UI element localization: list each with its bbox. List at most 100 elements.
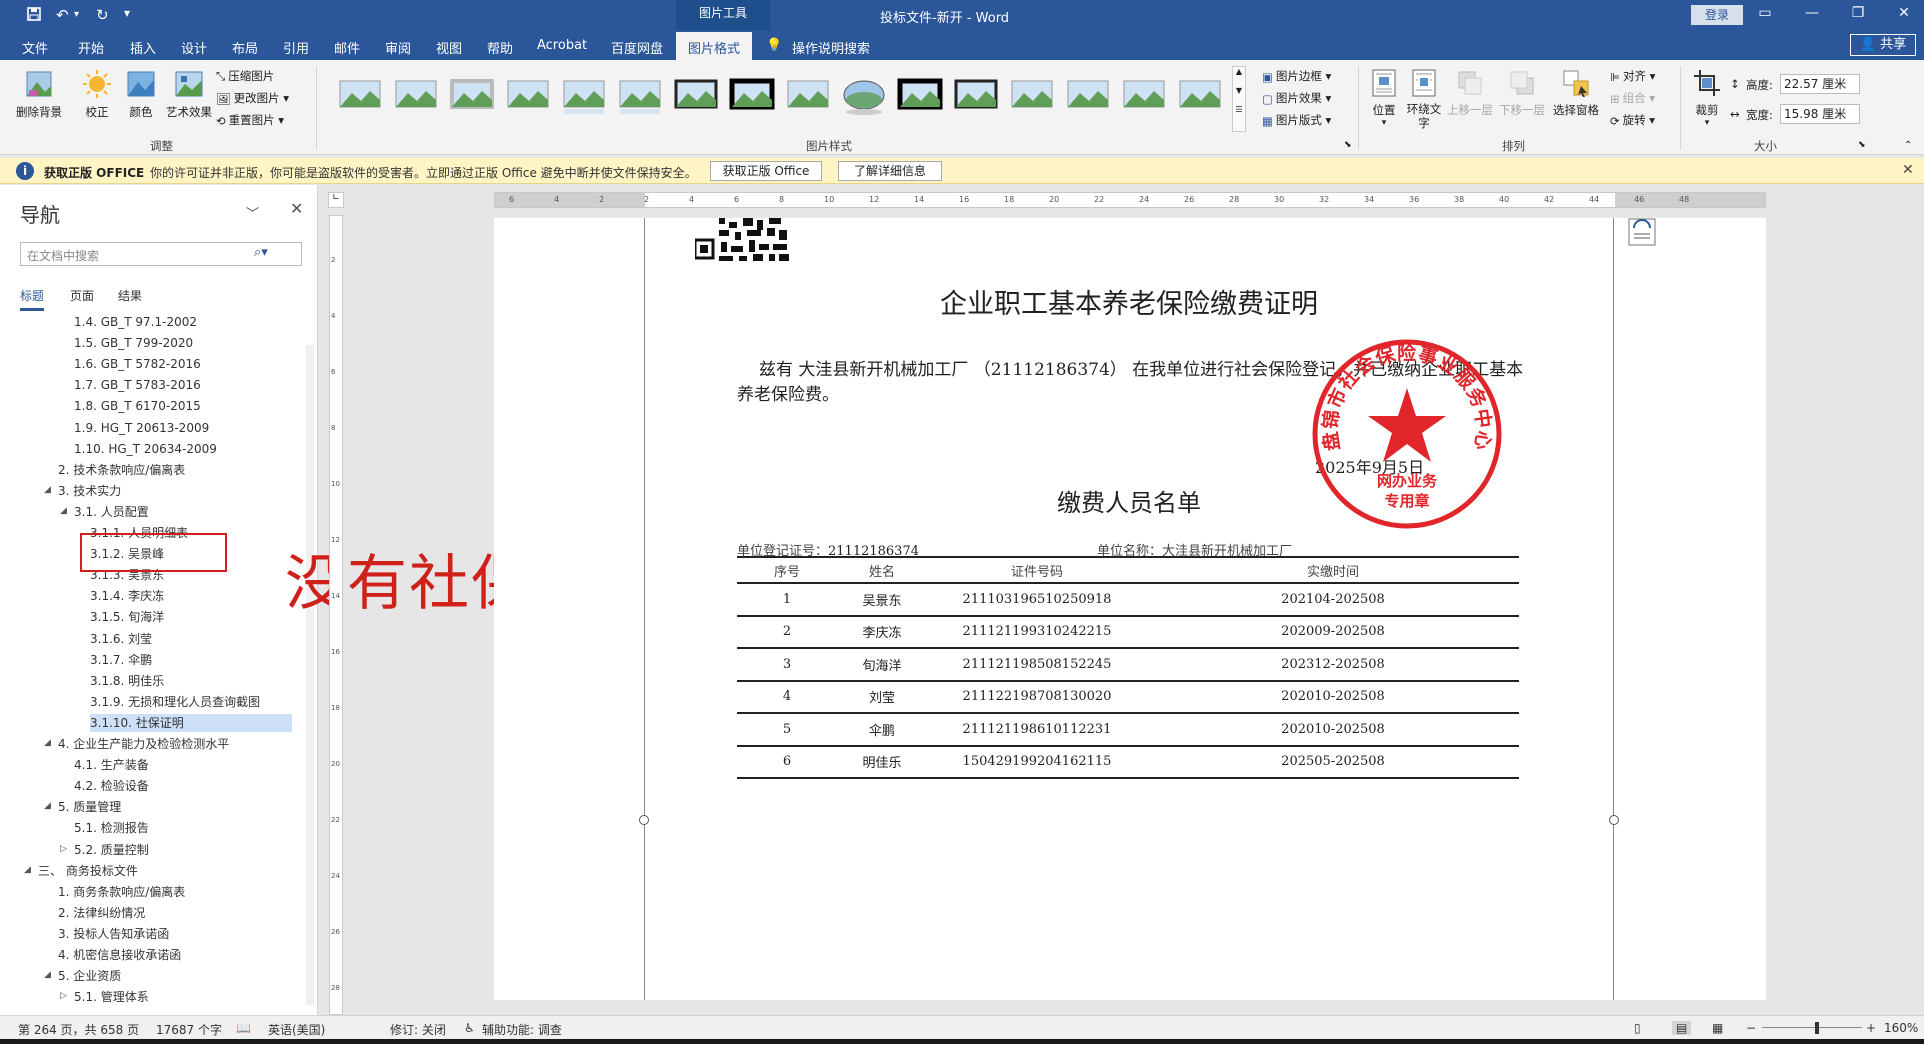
wrap-text-button[interactable]: 环绕文字 (1404, 68, 1444, 130)
picture-border-button[interactable]: ▣ 图片边框 ▾ (1262, 68, 1331, 84)
picture-style-thumbnail[interactable] (449, 78, 495, 116)
accessibility-status[interactable]: 辅助功能: 调查 (482, 1021, 562, 1038)
tab-acrobat[interactable]: Acrobat (537, 38, 587, 53)
zoom-level[interactable]: 160% (1884, 1021, 1918, 1035)
tab-selector[interactable]: ∟ (328, 192, 344, 208)
nav-heading-item[interactable]: 1.6. GB_T 5782-2016 (74, 355, 201, 373)
tab-design[interactable]: 设计 (181, 38, 207, 57)
color-button[interactable]: 颜色 (122, 68, 160, 120)
nav-heading-item[interactable]: 4.1. 生产装备 (74, 756, 149, 774)
align-button[interactable]: ⊫ 对齐 ▾ (1610, 68, 1655, 84)
zoom-out-icon[interactable]: − (1746, 1021, 1756, 1035)
dialog-launcher-icon[interactable]: ⬊ (1858, 140, 1866, 150)
zoom-in-icon[interactable]: + (1866, 1021, 1876, 1035)
undo-dropdown-icon[interactable]: ▾ (74, 9, 79, 20)
collapse-arrow-icon[interactable]: ◢ (44, 801, 51, 811)
nav-heading-item[interactable]: 5.1. 检测报告 (74, 819, 149, 837)
nav-heading-item[interactable]: 3.1.4. 李庆冻 (90, 587, 164, 605)
picture-style-thumbnail[interactable] (841, 78, 887, 116)
crop-button[interactable]: 裁剪 ▾ (1690, 68, 1724, 128)
collapse-arrow-icon[interactable]: ◢ (44, 738, 51, 748)
tab-insert[interactable]: 插入 (130, 38, 156, 57)
nav-heading-item[interactable]: 1.4. GB_T 97.1-2002 (74, 313, 197, 331)
expand-arrow-icon[interactable]: ▷ (60, 844, 67, 854)
message-close-icon[interactable]: ✕ (1902, 162, 1914, 178)
nav-heading-item[interactable]: 1.7. GB_T 5783-2016 (74, 376, 201, 394)
nav-heading-item[interactable]: 5. 企业资质 (58, 967, 121, 985)
nav-heading-item[interactable]: 1.10. HG_T 20634-2009 (74, 440, 217, 458)
customize-qat-icon[interactable]: ▾ (124, 6, 130, 20)
zoom-slider[interactable] (1762, 1027, 1862, 1028)
reset-picture-button[interactable]: ⟲ 重置图片 ▾ (216, 112, 284, 128)
nav-heading-item[interactable]: 3.1.5. 旬海洋 (90, 608, 164, 626)
tell-me-search[interactable]: 操作说明搜索 (792, 38, 870, 57)
position-button[interactable]: 位置 ▾ (1366, 68, 1402, 128)
picture-style-thumbnail[interactable] (897, 78, 943, 116)
picture-style-thumbnail[interactable] (561, 78, 607, 116)
nav-heading-item[interactable]: 1.9. HG_T 20613-2009 (74, 419, 209, 437)
login-button[interactable]: 登录 (1691, 5, 1743, 25)
proofing-icon[interactable]: 📖 (236, 1021, 251, 1035)
picture-style-thumbnail[interactable] (673, 78, 719, 116)
change-picture-button[interactable]: 🖼 更改图片 ▾ (216, 90, 289, 106)
close-icon[interactable]: ✕ (290, 199, 303, 218)
resize-handle-left[interactable] (639, 815, 649, 825)
redo-icon[interactable]: ↻ (96, 6, 109, 24)
remove-background-button[interactable]: 删除背景 (12, 68, 66, 120)
word-count[interactable]: 17687 个字 (156, 1021, 222, 1038)
nav-heading-item[interactable]: 3.1.7. 伞鹏 (90, 651, 152, 669)
dialog-launcher-icon[interactable]: ⬊ (1344, 140, 1352, 150)
picture-style-thumbnail[interactable] (337, 78, 383, 116)
print-layout-icon[interactable]: ▤ (1672, 1021, 1692, 1035)
ribbon-display-options-icon[interactable]: ▭ (1750, 5, 1780, 21)
collapse-arrow-icon[interactable]: ◢ (24, 865, 31, 875)
tab-mailings[interactable]: 邮件 (334, 38, 360, 57)
save-icon[interactable] (26, 6, 42, 26)
nav-heading-item[interactable]: 5.2. 质量控制 (74, 841, 149, 859)
nav-heading-item[interactable]: 2. 法律纠纷情况 (58, 904, 145, 922)
nav-tab-results[interactable]: 结果 (118, 287, 142, 304)
picture-style-thumbnail[interactable] (617, 78, 663, 116)
corrections-button[interactable]: 校正 (78, 68, 116, 120)
close-icon[interactable]: ✕ (1889, 5, 1919, 21)
minimize-icon[interactable]: — (1797, 5, 1827, 21)
language[interactable]: 英语(美国) (268, 1021, 325, 1038)
nav-heading-item[interactable]: 1.5. GB_T 799-2020 (74, 334, 193, 352)
page-count[interactable]: 第 264 页，共 658 页 (18, 1021, 139, 1038)
nav-heading-item[interactable]: 4. 机密信息接收承诺函 (58, 946, 181, 964)
read-mode-icon[interactable]: ▯ (1634, 1021, 1641, 1035)
picture-effects-button[interactable]: ▢ 图片效果 ▾ (1262, 90, 1331, 106)
track-changes-status[interactable]: 修订: 关闭 (390, 1021, 446, 1038)
search-icon[interactable]: ⌕▾ (254, 245, 268, 260)
tab-file[interactable]: 文件 (22, 38, 48, 57)
nav-tab-headings[interactable]: 标题 (20, 287, 45, 311)
nav-heading-item[interactable]: 5. 质量管理 (58, 798, 121, 816)
collapse-ribbon-icon[interactable]: ⌃ (1904, 140, 1912, 151)
width-input[interactable]: 15.98 厘米 (1780, 104, 1860, 124)
picture-style-thumbnail[interactable] (953, 78, 999, 116)
nav-heading-item[interactable]: 三、 商务投标文件 (38, 862, 138, 880)
compress-pictures-button[interactable]: ⤡ 压缩图片 (216, 68, 274, 84)
picture-style-thumbnail[interactable] (1121, 78, 1167, 116)
nav-heading-item[interactable]: 3.1.10. 社保证明 (90, 713, 292, 732)
nav-heading-item[interactable]: 3.1.8. 明佳乐 (90, 672, 164, 690)
tab-layout[interactable]: 布局 (232, 38, 258, 57)
gallery-scroll[interactable]: ▲ ▼ ☰ (1232, 66, 1246, 132)
horizontal-ruler[interactable]: 6 4 2 2 4 6 8 10 12 14 16 18 20 22 24 26 28 30 32 34 36 38 40 4… (494, 192, 1766, 208)
undo-icon[interactable]: ↶ (56, 6, 69, 24)
picture-style-thumbnail[interactable] (1177, 78, 1223, 116)
vertical-ruler[interactable]: 2 4 6 8 10 12 14 16 18 20 22 24 26 28 (329, 215, 343, 1015)
picture-style-thumbnail[interactable] (729, 78, 775, 116)
picture-style-thumbnail[interactable] (505, 78, 551, 116)
learn-more-button[interactable]: 了解详细信息 (838, 161, 942, 181)
nav-scrollbar[interactable] (306, 345, 314, 1005)
picture-style-thumbnail[interactable] (1009, 78, 1055, 116)
tab-review[interactable]: 审阅 (385, 38, 411, 57)
nav-heading-item[interactable]: 1. 商务条款响应/偏离表 (58, 883, 185, 901)
nav-heading-item[interactable]: 1.8. GB_T 6170-2015 (74, 397, 201, 415)
share-button[interactable]: 👤 共享 (1850, 34, 1916, 56)
zoom-slider-thumb[interactable] (1815, 1022, 1819, 1034)
nav-heading-item[interactable]: 3. 投标人告知承诺函 (58, 925, 169, 943)
rotate-button[interactable]: ⟳ 旋转 ▾ (1610, 112, 1655, 128)
nav-heading-item[interactable]: 2. 技术条款响应/偏离表 (58, 461, 185, 479)
